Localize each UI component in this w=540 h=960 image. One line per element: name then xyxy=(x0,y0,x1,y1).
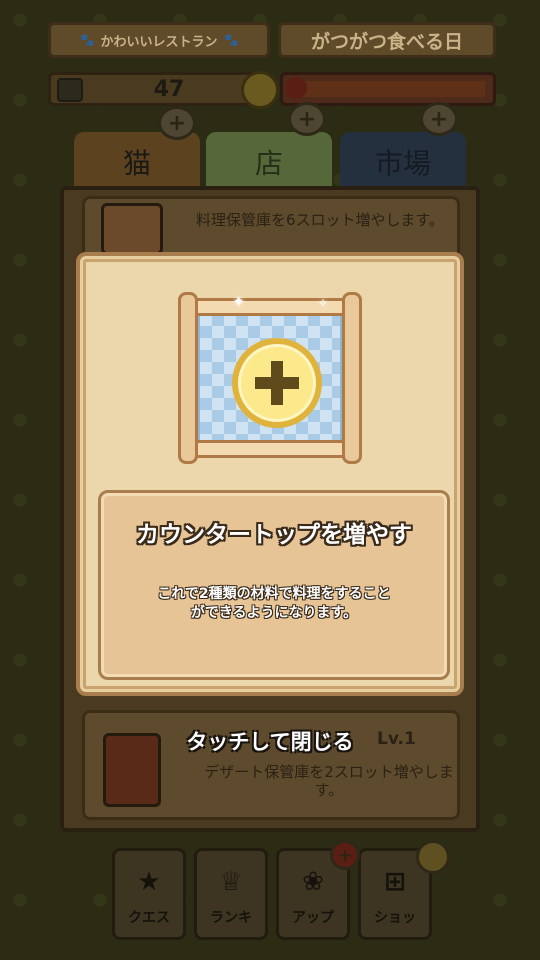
food-storage-icon xyxy=(101,203,163,255)
storage-icon xyxy=(57,78,83,102)
energy-fill xyxy=(303,81,485,97)
upgrade-description: デザート保管庫を2スロット増やします。 xyxy=(204,763,454,799)
nav-label: ランキ xyxy=(210,910,252,926)
day-name: がつがつ食べる日 xyxy=(310,30,463,53)
dialog-body-line: これで2種類の材料で料理をすること xyxy=(157,586,391,602)
dialog-body: これで2種類の材料で料理をすること ができるようになります。 xyxy=(115,585,433,623)
tab-shop[interactable]: 店 xyxy=(206,132,332,192)
checkered-canvas xyxy=(198,314,342,442)
add-coins-button[interactable]: + xyxy=(158,106,196,140)
energy-bar xyxy=(280,72,496,106)
nav-label: アップ xyxy=(292,910,334,926)
nav-ranking-button[interactable]: ♕ ランキ xyxy=(194,848,268,940)
tab-market[interactable]: 市場 xyxy=(340,132,466,192)
apple-icon xyxy=(285,77,307,99)
add-item-button[interactable]: + xyxy=(420,102,458,136)
shop-name-banner: 🐾 かわいいレストラン 🐾 xyxy=(48,22,270,58)
dialog-body-line: ができるようになります。 xyxy=(190,605,358,621)
top-bar: 🐾 かわいいレストラン 🐾 がつがつ食べる日 xyxy=(48,22,496,58)
coin-counter: 47 xyxy=(48,71,279,109)
upgrade-description: 料理保管庫を6スロット増やします。 xyxy=(195,211,445,229)
sparkle-icon: ✦ xyxy=(232,292,246,311)
description-box: カウンタートップを増やす これで2種類の材料で料理をすること ができるようになり… xyxy=(98,490,450,680)
star-icon: ★ xyxy=(137,867,161,897)
trophy-icon: ♕ xyxy=(219,867,243,897)
nav-badge-icon: + xyxy=(330,840,360,870)
bottom-nav: ★ クエス ♕ ランキ ❀ アップ ⊞ ショッ + xyxy=(44,840,496,944)
scroll-illustration: ✦ ✧ xyxy=(178,292,362,464)
paw-icon: 🐾 xyxy=(223,33,239,47)
day-name-banner: がつがつ食べる日 xyxy=(278,22,496,58)
coin-value: 47 xyxy=(153,77,185,102)
nav-quest-button[interactable]: ★ クエス xyxy=(112,848,186,940)
plus-coin-icon xyxy=(232,338,322,428)
shop-name: かわいいレストラン xyxy=(100,34,218,50)
scroll-bottom-bar xyxy=(190,440,350,458)
add-energy-button[interactable]: + xyxy=(288,102,326,136)
upgrade-dialog[interactable]: ✦ ✧ カウンタートップを増やす これで2種類の材料で料理をすること ができるよ… xyxy=(76,252,464,696)
tab-cat[interactable]: 猫 xyxy=(74,132,200,192)
dialog-title: カウンタートップを増やす xyxy=(136,522,412,548)
paw-icon: ❀ xyxy=(302,867,324,897)
tab-bar: 猫 店 市場 xyxy=(74,132,468,192)
nav-label: ショッ xyxy=(374,910,416,926)
scroll-left-rod xyxy=(178,292,198,464)
coin-icon xyxy=(241,71,279,109)
paw-icon: 🐾 xyxy=(79,33,95,47)
nav-label: クエス xyxy=(128,910,170,926)
basket-icon: ⊞ xyxy=(384,867,406,897)
sparkle-icon: ✧ xyxy=(318,296,329,310)
tap-to-close-hint[interactable]: タッチして閉じる xyxy=(0,726,540,756)
scroll-right-rod xyxy=(342,292,362,464)
coin-icon xyxy=(416,840,450,874)
